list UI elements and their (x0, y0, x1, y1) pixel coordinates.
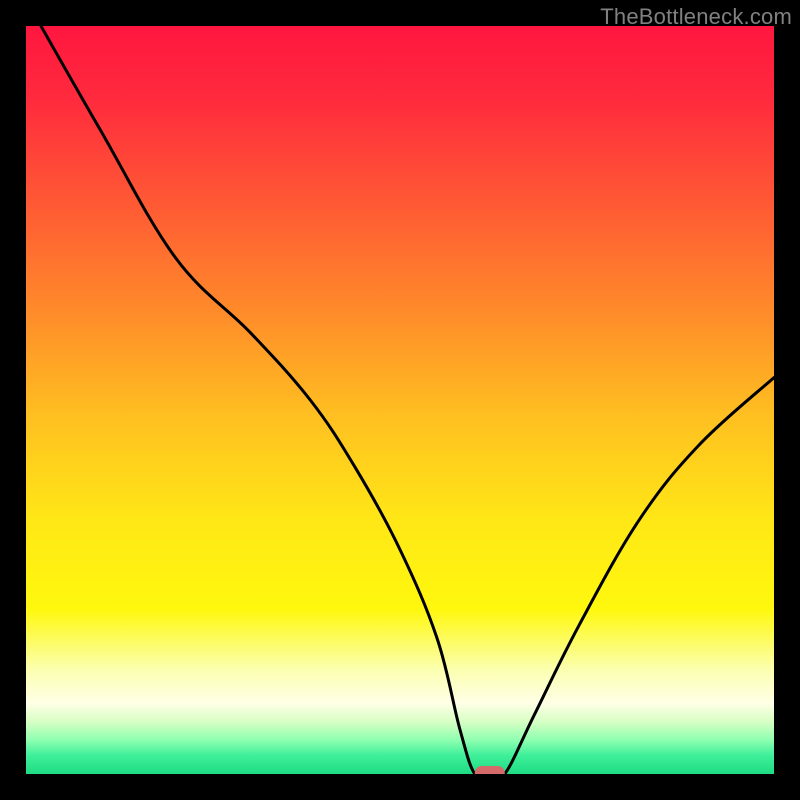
optimal-marker (475, 766, 505, 774)
plot-area (26, 26, 774, 774)
bottleneck-chart (26, 26, 774, 774)
chart-frame: TheBottleneck.com (0, 0, 800, 800)
gradient-background (26, 26, 774, 774)
